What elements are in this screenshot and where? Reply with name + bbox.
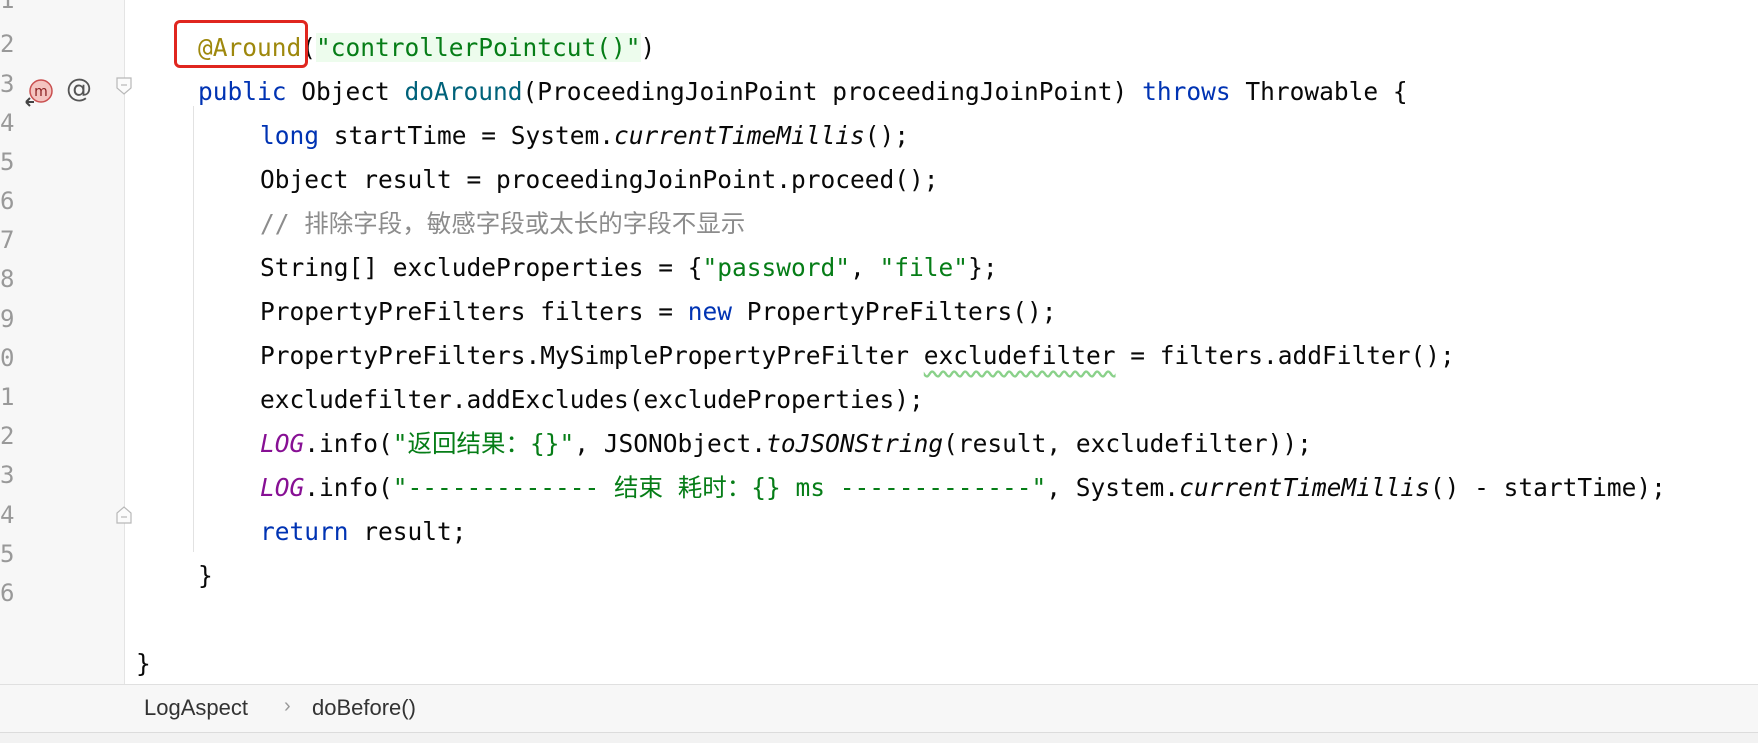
annotation-highlight-box (174, 20, 308, 68)
line-number: 5 (0, 540, 15, 568)
indent-guide (193, 106, 194, 552)
code-line-7[interactable]: String[] excludeProperties = {"password"… (260, 246, 998, 290)
code-line-16[interactable]: } (136, 642, 151, 684)
fold-marker-icon[interactable] (116, 77, 132, 95)
code-line-5[interactable]: Object result = proceedingJoinPoint.proc… (260, 158, 939, 202)
breadcrumb: LogAspect › doBefore() (0, 684, 1758, 733)
line-number: 8 (0, 265, 15, 293)
code-line-10[interactable]: excludefilter.addExcludes(excludePropert… (260, 378, 924, 422)
breadcrumb-class[interactable]: LogAspect (144, 695, 248, 721)
code-line-6-comment[interactable]: // 排除字段，敏感字段或太长的字段不显示 (260, 202, 745, 246)
code-line-11[interactable]: LOG.info("返回结果：{}", JSONObject.toJSONStr… (260, 422, 1312, 466)
line-number: 3 (0, 70, 15, 98)
string-literal: "controllerPointcut()" (316, 33, 641, 62)
line-number: 2 (0, 422, 15, 450)
line-number: 3 (0, 461, 15, 489)
line-number: 4 (0, 501, 15, 529)
line-number: 7 (0, 226, 15, 254)
code-line-14[interactable]: } (198, 554, 213, 598)
line-number: 5 (0, 148, 15, 176)
editor-gutter[interactable]: 1 2 3 4 5 6 7 8 9 0 1 2 3 4 5 6 m @ (0, 0, 132, 684)
line-number: 6 (0, 579, 15, 607)
method-name: doAround (404, 77, 523, 106)
line-number: 6 (0, 187, 15, 215)
code-line-8[interactable]: PropertyPreFilters filters = new Propert… (260, 290, 1057, 334)
svg-text:m: m (34, 84, 48, 100)
code-line-9[interactable]: PropertyPreFilters.MySimplePropertyPreFi… (260, 334, 1455, 378)
line-number: 2 (0, 30, 15, 58)
at-annotation-icon[interactable]: @ (66, 74, 92, 104)
code-line-13[interactable]: return result; (260, 510, 467, 554)
warning-token: excludefilter (923, 341, 1116, 370)
line-number: 1 (0, 0, 15, 14)
code-line-4[interactable]: long startTime = System.currentTimeMilli… (260, 114, 909, 158)
status-bar (0, 732, 1758, 743)
breadcrumb-separator: › (284, 695, 291, 717)
breadcrumb-method[interactable]: doBefore() (312, 695, 416, 721)
fold-marker-icon[interactable] (116, 506, 132, 524)
line-number: 0 (0, 344, 15, 372)
method-implements-icon[interactable]: m (24, 78, 56, 110)
code-line-3[interactable]: public Object doAround(ProceedingJoinPoi… (198, 70, 1408, 114)
line-number: 4 (0, 109, 15, 137)
line-number: 1 (0, 383, 15, 411)
line-number: 9 (0, 305, 15, 333)
code-editor[interactable]: 1 2 3 4 5 6 7 8 9 0 1 2 3 4 5 6 m @ @Aro… (0, 0, 1758, 684)
code-line-12[interactable]: LOG.info("------------- 结束 耗时：{} ms ----… (260, 466, 1666, 510)
